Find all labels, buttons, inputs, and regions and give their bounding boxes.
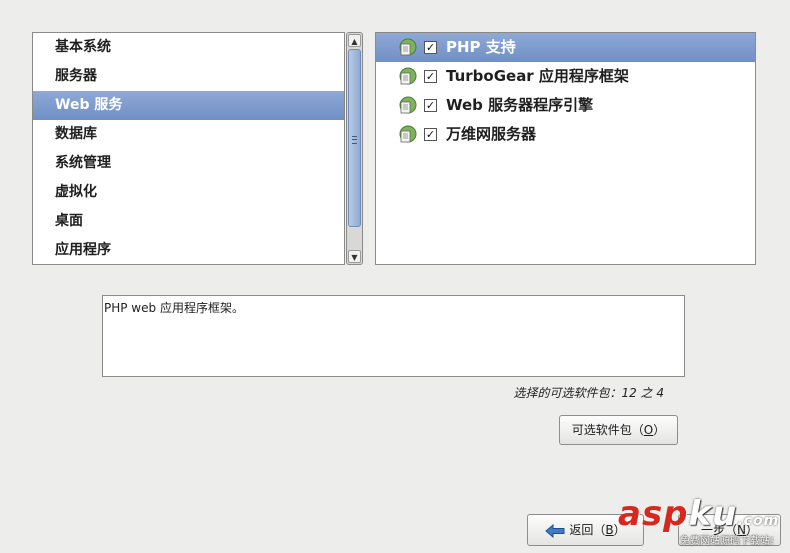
- button-mnemonic: O: [643, 423, 654, 437]
- package-icon: [399, 96, 417, 114]
- grip-icon: [352, 136, 357, 144]
- scroll-down-arrow-icon[interactable]: ▼: [348, 250, 361, 263]
- watermark: aspku.com 免费网站源码下载站!: [618, 494, 788, 553]
- package-checkbox[interactable]: ✓: [424, 70, 437, 83]
- package-row[interactable]: ✓ Web 服务器程序引擎: [376, 91, 755, 120]
- selected-package-count: 选择的可选软件包：12 之 4: [513, 386, 664, 400]
- package-label: TurboGear 应用程序框架: [446, 67, 629, 85]
- package-checkbox[interactable]: ✓: [424, 41, 437, 54]
- package-checkbox[interactable]: ✓: [424, 99, 437, 112]
- category-item-web-services[interactable]: Web 服务: [33, 91, 344, 120]
- package-row[interactable]: ✓ TurboGear 应用程序框架: [376, 62, 755, 91]
- package-label: 万维网服务器: [446, 125, 537, 143]
- package-description: PHP web 应用程序框架。: [102, 295, 685, 377]
- package-label: Web 服务器程序引擎: [446, 96, 594, 114]
- category-item-databases[interactable]: 数据库: [33, 120, 344, 149]
- optional-packages-button[interactable]: 可选软件包（O）: [559, 415, 678, 445]
- watermark-subtitle: 免费网站源码下载站!: [680, 536, 775, 547]
- scroll-up-arrow-icon[interactable]: ▲: [348, 34, 361, 47]
- back-arrow-icon: [545, 523, 565, 538]
- button-mnemonic: B: [605, 523, 614, 537]
- package-checkbox[interactable]: ✓: [424, 128, 437, 141]
- package-row[interactable]: ✓ 万维网服务器: [376, 120, 755, 149]
- package-icon: [399, 125, 417, 143]
- category-list[interactable]: 基本系统 服务器 Web 服务 数据库 系统管理 虚拟化 桌面 应用程序: [32, 32, 345, 265]
- package-list[interactable]: ✓ PHP 支持 ✓ TurboGear 应用程序框架 ✓ Web 服务器程序引…: [375, 32, 756, 265]
- package-label: PHP 支持: [446, 38, 516, 56]
- package-icon: [399, 67, 417, 85]
- category-item-desktop[interactable]: 桌面: [33, 207, 344, 236]
- category-item-virtualization[interactable]: 虚拟化: [33, 178, 344, 207]
- category-item-applications[interactable]: 应用程序: [33, 236, 344, 265]
- package-icon: [399, 38, 417, 56]
- button-label: 返回（: [569, 523, 606, 537]
- package-row[interactable]: ✓ PHP 支持: [376, 33, 755, 62]
- button-label-suffix: ）: [653, 423, 666, 437]
- category-item-servers[interactable]: 服务器: [33, 62, 344, 91]
- scrollbar-thumb[interactable]: [348, 49, 361, 227]
- category-item-system-management[interactable]: 系统管理: [33, 149, 344, 178]
- category-item-base-system[interactable]: 基本系统: [33, 33, 344, 62]
- button-label: 可选软件包（: [571, 423, 644, 437]
- category-scrollbar[interactable]: ▲ ▼: [346, 32, 363, 265]
